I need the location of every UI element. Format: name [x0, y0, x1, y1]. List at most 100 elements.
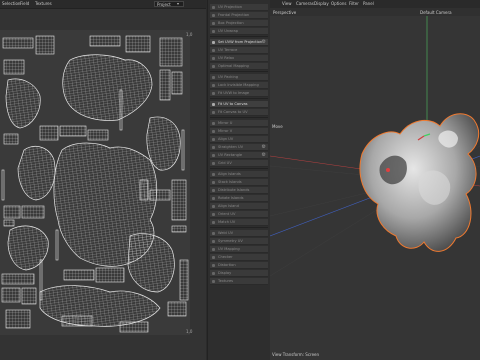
- uv-editor-panel: Selection Field Textures Project ▾ 1,0 1…: [0, 0, 206, 360]
- tool-separator: [210, 71, 268, 72]
- uv-tools-panel: UV Projection Frontal Projection Box Proje…: [207, 0, 271, 360]
- tool-icon: [212, 173, 215, 176]
- menu-cameras[interactable]: Cameras: [296, 1, 314, 6]
- tool-icon: [212, 92, 215, 95]
- tool-button[interactable]: UV Unwrap: [210, 28, 268, 35]
- tool-button[interactable]: Box Projection: [210, 20, 268, 27]
- tool-icon: [212, 280, 215, 283]
- tool-button[interactable]: Align Island: [210, 203, 268, 210]
- tool-button[interactable]: Rotate Islands: [210, 195, 268, 202]
- tool-button[interactable]: Display: [210, 270, 268, 277]
- menu-field[interactable]: Field: [20, 1, 29, 6]
- tool-button-label: Symmetry UV: [218, 239, 243, 243]
- selected-mesh-object[interactable]: [359, 113, 480, 252]
- menu-filter[interactable]: Filter: [349, 1, 359, 6]
- tool-button-label: Distortion: [218, 263, 236, 267]
- tool-icon: [212, 111, 215, 114]
- tool-button[interactable]: UV Terrace: [210, 47, 268, 54]
- tool-icon: [212, 264, 215, 267]
- tool-icon: [212, 146, 215, 149]
- tool-button-label: Straighten UV: [218, 145, 244, 149]
- tool-button[interactable]: Textures: [210, 278, 268, 285]
- project-select[interactable]: Project: [154, 1, 184, 7]
- tool-button[interactable]: Mirror U: [210, 120, 268, 127]
- tool-button[interactable]: Align UV: [210, 136, 268, 143]
- tool-button[interactable]: UV Packing: [210, 74, 268, 81]
- tool-button[interactable]: Orient UV: [210, 211, 268, 218]
- menu-view[interactable]: View: [282, 1, 292, 6]
- tool-button[interactable]: Set UVW from Projection ⚙: [210, 39, 268, 46]
- tool-separator: [210, 168, 268, 169]
- tool-separator: [210, 98, 268, 99]
- menu-textures[interactable]: Textures: [35, 1, 52, 6]
- tool-button-label: Align Island: [218, 204, 239, 208]
- tool-button[interactable]: Stack Islands: [210, 179, 268, 186]
- tool-icon: [212, 41, 215, 44]
- tool-button-label: Frontal Projection: [218, 13, 250, 17]
- tool-button-label: Optimal Mapping: [218, 64, 249, 68]
- tool-button[interactable]: Fit Canvas to UV: [210, 109, 268, 116]
- tool-button[interactable]: UV Mapping: [210, 246, 268, 253]
- tool-button-label: UV Relax: [218, 56, 235, 60]
- tool-icon: [212, 122, 215, 125]
- tool-icon: [212, 181, 215, 184]
- tool-icon: [212, 232, 215, 235]
- viewport-scene: [270, 16, 480, 277]
- gear-icon[interactable]: ⚙: [262, 153, 266, 158]
- tool-button[interactable]: Match UV: [210, 219, 268, 226]
- tool-button[interactable]: Lock Invisible Mapping: [210, 82, 268, 89]
- camera-label[interactable]: Default Camera: [420, 10, 452, 15]
- tool-icon: [212, 76, 215, 79]
- menu-options[interactable]: Options: [331, 1, 346, 6]
- tool-button[interactable]: Fit UVW to Image: [210, 90, 268, 97]
- tool-button-label: UV Projection: [218, 5, 243, 9]
- tool-button[interactable]: Straighten UV ⚙: [210, 144, 268, 151]
- tool-button-label: Distribute Islands: [218, 188, 250, 192]
- tool-icon: [212, 162, 215, 165]
- tool-button[interactable]: Symmetry UV: [210, 238, 268, 245]
- tool-button-label: Set UVW from Projection: [218, 40, 263, 44]
- tool-icon: [212, 197, 215, 200]
- gear-icon[interactable]: ⚙: [262, 145, 266, 150]
- tool-button[interactable]: UV Rectangle ⚙: [210, 152, 268, 159]
- tool-icon: [212, 256, 215, 259]
- tool-button-label: Align Islands: [218, 172, 241, 176]
- tool-separator: [210, 36, 268, 37]
- 3d-viewport[interactable]: View Cameras Display Options Filter Pane…: [270, 0, 480, 360]
- tool-button[interactable]: UV Projection: [210, 4, 268, 11]
- tool-button[interactable]: Checker: [210, 254, 268, 261]
- tool-separator: [210, 117, 268, 118]
- tool-separator: [210, 227, 268, 228]
- tool-button-label: Match UV: [218, 220, 236, 224]
- tool-button[interactable]: Grid UV: [210, 160, 268, 167]
- tool-button[interactable]: UV Relax: [210, 55, 268, 62]
- tool-button[interactable]: Optimal Mapping: [210, 63, 268, 70]
- projection-label[interactable]: Perspective: [273, 10, 296, 15]
- tool-button[interactable]: Align Islands: [210, 171, 268, 178]
- tool-button-label: UV Unwrap: [218, 29, 239, 33]
- chevron-down-icon[interactable]: ▾: [177, 1, 179, 6]
- tool-icon: [212, 213, 215, 216]
- tool-label: Move: [272, 124, 283, 129]
- tool-button[interactable]: Distortion: [210, 262, 268, 269]
- gear-icon[interactable]: ⚙: [262, 40, 266, 45]
- tool-icon: [212, 130, 215, 133]
- tool-button-label: Fit UVW to Image: [218, 91, 250, 95]
- tool-button[interactable]: Mirror V: [210, 128, 268, 135]
- tool-button-label: Fit Canvas to UV: [218, 110, 248, 114]
- tool-button[interactable]: Fit UV to Canvas: [210, 101, 268, 108]
- menu-selection[interactable]: Selection: [2, 1, 20, 6]
- tool-icon: [212, 49, 215, 52]
- tool-icon: [212, 189, 215, 192]
- menu-panel[interactable]: Panel: [363, 1, 374, 6]
- tool-button-label: Box Projection: [218, 21, 244, 25]
- tool-icon: [212, 6, 215, 9]
- tool-button-label: Textures: [218, 279, 234, 283]
- uv-canvas[interactable]: [0, 30, 190, 335]
- tool-icon: [212, 103, 215, 106]
- tool-button[interactable]: Weld UV: [210, 230, 268, 237]
- menu-display[interactable]: Display: [314, 1, 329, 6]
- tool-button[interactable]: Frontal Projection: [210, 12, 268, 19]
- tool-button[interactable]: Distribute Islands: [210, 187, 268, 194]
- tool-button-label: Mirror U: [218, 121, 233, 125]
